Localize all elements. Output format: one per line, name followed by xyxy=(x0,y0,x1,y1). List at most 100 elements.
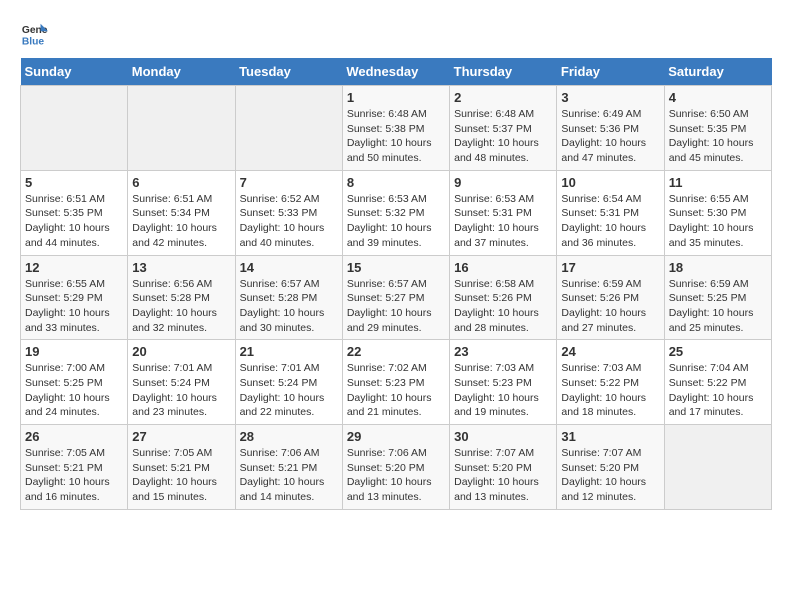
weekday-header-thursday: Thursday xyxy=(450,58,557,86)
day-info: Sunrise: 7:04 AM Sunset: 5:22 PM Dayligh… xyxy=(669,361,767,420)
calendar-cell: 7 Sunrise: 6:52 AM Sunset: 5:33 PM Daylig… xyxy=(235,170,342,255)
day-info: Sunrise: 7:01 AM Sunset: 5:24 PM Dayligh… xyxy=(132,361,230,420)
day-info: Sunrise: 6:59 AM Sunset: 5:26 PM Dayligh… xyxy=(561,277,659,336)
week-row-2: 5 Sunrise: 6:51 AM Sunset: 5:35 PM Daylig… xyxy=(21,170,772,255)
calendar-cell: 9 Sunrise: 6:53 AM Sunset: 5:31 PM Daylig… xyxy=(450,170,557,255)
day-number: 8 xyxy=(347,175,445,190)
day-info: Sunrise: 6:54 AM Sunset: 5:31 PM Dayligh… xyxy=(561,192,659,251)
day-info: Sunrise: 7:05 AM Sunset: 5:21 PM Dayligh… xyxy=(25,446,123,505)
day-number: 3 xyxy=(561,90,659,105)
day-number: 19 xyxy=(25,344,123,359)
day-info: Sunrise: 7:07 AM Sunset: 5:20 PM Dayligh… xyxy=(454,446,552,505)
calendar-cell: 16 Sunrise: 6:58 AM Sunset: 5:26 PM Dayli… xyxy=(450,255,557,340)
day-number: 13 xyxy=(132,260,230,275)
day-info: Sunrise: 7:00 AM Sunset: 5:25 PM Dayligh… xyxy=(25,361,123,420)
day-number: 29 xyxy=(347,429,445,444)
day-info: Sunrise: 6:53 AM Sunset: 5:31 PM Dayligh… xyxy=(454,192,552,251)
calendar-cell xyxy=(128,86,235,171)
calendar-cell xyxy=(235,86,342,171)
week-row-4: 19 Sunrise: 7:00 AM Sunset: 5:25 PM Dayli… xyxy=(21,340,772,425)
calendar-cell: 26 Sunrise: 7:05 AM Sunset: 5:21 PM Dayli… xyxy=(21,425,128,510)
calendar-cell: 4Sunrise: 6:50 AM Sunset: 5:35 PM Daylig… xyxy=(664,86,771,171)
calendar-header: SundayMondayTuesdayWednesdayThursdayFrid… xyxy=(21,58,772,86)
weekday-header-tuesday: Tuesday xyxy=(235,58,342,86)
day-number: 2 xyxy=(454,90,552,105)
calendar-cell: 21 Sunrise: 7:01 AM Sunset: 5:24 PM Dayli… xyxy=(235,340,342,425)
calendar-cell: 18 Sunrise: 6:59 AM Sunset: 5:25 PM Dayli… xyxy=(664,255,771,340)
calendar-table: SundayMondayTuesdayWednesdayThursdayFrid… xyxy=(20,58,772,510)
weekday-header-monday: Monday xyxy=(128,58,235,86)
day-number: 9 xyxy=(454,175,552,190)
calendar-cell xyxy=(664,425,771,510)
calendar-cell: 12Sunrise: 6:55 AM Sunset: 5:29 PM Dayli… xyxy=(21,255,128,340)
day-info: Sunrise: 6:51 AM Sunset: 5:34 PM Dayligh… xyxy=(132,192,230,251)
day-number: 6 xyxy=(132,175,230,190)
day-info: Sunrise: 7:03 AM Sunset: 5:23 PM Dayligh… xyxy=(454,361,552,420)
calendar-cell: 31 Sunrise: 7:07 AM Sunset: 5:20 PM Dayli… xyxy=(557,425,664,510)
day-info: Sunrise: 6:48 AM Sunset: 5:37 PM Dayligh… xyxy=(454,107,552,166)
day-info: Sunrise: 6:49 AM Sunset: 5:36 PM Dayligh… xyxy=(561,107,659,166)
weekday-header-wednesday: Wednesday xyxy=(342,58,449,86)
day-info: Sunrise: 6:57 AM Sunset: 5:28 PM Dayligh… xyxy=(240,277,338,336)
day-number: 24 xyxy=(561,344,659,359)
calendar-cell: 23 Sunrise: 7:03 AM Sunset: 5:23 PM Dayli… xyxy=(450,340,557,425)
day-number: 15 xyxy=(347,260,445,275)
day-info: Sunrise: 7:06 AM Sunset: 5:20 PM Dayligh… xyxy=(347,446,445,505)
calendar-cell: 29 Sunrise: 7:06 AM Sunset: 5:20 PM Dayli… xyxy=(342,425,449,510)
day-info: Sunrise: 7:01 AM Sunset: 5:24 PM Dayligh… xyxy=(240,361,338,420)
day-number: 4 xyxy=(669,90,767,105)
day-info: Sunrise: 6:51 AM Sunset: 5:35 PM Dayligh… xyxy=(25,192,123,251)
day-number: 21 xyxy=(240,344,338,359)
day-number: 11 xyxy=(669,175,767,190)
day-number: 7 xyxy=(240,175,338,190)
calendar-cell: 5 Sunrise: 6:51 AM Sunset: 5:35 PM Daylig… xyxy=(21,170,128,255)
calendar-cell: 6 Sunrise: 6:51 AM Sunset: 5:34 PM Daylig… xyxy=(128,170,235,255)
calendar-cell: 10 Sunrise: 6:54 AM Sunset: 5:31 PM Dayli… xyxy=(557,170,664,255)
weekday-header-saturday: Saturday xyxy=(664,58,771,86)
week-row-3: 12Sunrise: 6:55 AM Sunset: 5:29 PM Dayli… xyxy=(21,255,772,340)
day-info: Sunrise: 7:05 AM Sunset: 5:21 PM Dayligh… xyxy=(132,446,230,505)
day-info: Sunrise: 6:57 AM Sunset: 5:27 PM Dayligh… xyxy=(347,277,445,336)
calendar-cell: 13Sunrise: 6:56 AM Sunset: 5:28 PM Dayli… xyxy=(128,255,235,340)
calendar-body: 1Sunrise: 6:48 AM Sunset: 5:38 PM Daylig… xyxy=(21,86,772,510)
page-header: General Blue xyxy=(20,20,772,48)
day-info: Sunrise: 6:53 AM Sunset: 5:32 PM Dayligh… xyxy=(347,192,445,251)
day-number: 10 xyxy=(561,175,659,190)
day-number: 14 xyxy=(240,260,338,275)
calendar-cell: 2 Sunrise: 6:48 AM Sunset: 5:37 PM Daylig… xyxy=(450,86,557,171)
calendar-cell: 8 Sunrise: 6:53 AM Sunset: 5:32 PM Daylig… xyxy=(342,170,449,255)
calendar-cell: 19 Sunrise: 7:00 AM Sunset: 5:25 PM Dayli… xyxy=(21,340,128,425)
calendar-cell: 28 Sunrise: 7:06 AM Sunset: 5:21 PM Dayli… xyxy=(235,425,342,510)
day-number: 31 xyxy=(561,429,659,444)
day-info: Sunrise: 7:06 AM Sunset: 5:21 PM Dayligh… xyxy=(240,446,338,505)
day-number: 22 xyxy=(347,344,445,359)
day-number: 17 xyxy=(561,260,659,275)
logo-icon: General Blue xyxy=(20,20,48,48)
day-info: Sunrise: 6:55 AM Sunset: 5:29 PM Dayligh… xyxy=(25,277,123,336)
day-info: Sunrise: 6:58 AM Sunset: 5:26 PM Dayligh… xyxy=(454,277,552,336)
week-row-5: 26 Sunrise: 7:05 AM Sunset: 5:21 PM Dayli… xyxy=(21,425,772,510)
calendar-cell: 14 Sunrise: 6:57 AM Sunset: 5:28 PM Dayli… xyxy=(235,255,342,340)
day-number: 23 xyxy=(454,344,552,359)
logo: General Blue xyxy=(20,20,52,48)
day-info: Sunrise: 7:07 AM Sunset: 5:20 PM Dayligh… xyxy=(561,446,659,505)
day-number: 28 xyxy=(240,429,338,444)
calendar-cell: 27 Sunrise: 7:05 AM Sunset: 5:21 PM Dayli… xyxy=(128,425,235,510)
calendar-cell: 24 Sunrise: 7:03 AM Sunset: 5:22 PM Dayli… xyxy=(557,340,664,425)
day-number: 26 xyxy=(25,429,123,444)
calendar-cell: 3 Sunrise: 6:49 AM Sunset: 5:36 PM Daylig… xyxy=(557,86,664,171)
day-number: 5 xyxy=(25,175,123,190)
day-number: 27 xyxy=(132,429,230,444)
weekday-header-friday: Friday xyxy=(557,58,664,86)
calendar-cell: 1Sunrise: 6:48 AM Sunset: 5:38 PM Daylig… xyxy=(342,86,449,171)
day-number: 16 xyxy=(454,260,552,275)
svg-text:Blue: Blue xyxy=(22,36,45,47)
day-number: 18 xyxy=(669,260,767,275)
day-number: 1 xyxy=(347,90,445,105)
calendar-cell xyxy=(21,86,128,171)
day-info: Sunrise: 7:03 AM Sunset: 5:22 PM Dayligh… xyxy=(561,361,659,420)
day-info: Sunrise: 6:52 AM Sunset: 5:33 PM Dayligh… xyxy=(240,192,338,251)
calendar-cell: 20Sunrise: 7:01 AM Sunset: 5:24 PM Dayli… xyxy=(128,340,235,425)
calendar-cell: 22Sunrise: 7:02 AM Sunset: 5:23 PM Dayli… xyxy=(342,340,449,425)
day-info: Sunrise: 6:59 AM Sunset: 5:25 PM Dayligh… xyxy=(669,277,767,336)
